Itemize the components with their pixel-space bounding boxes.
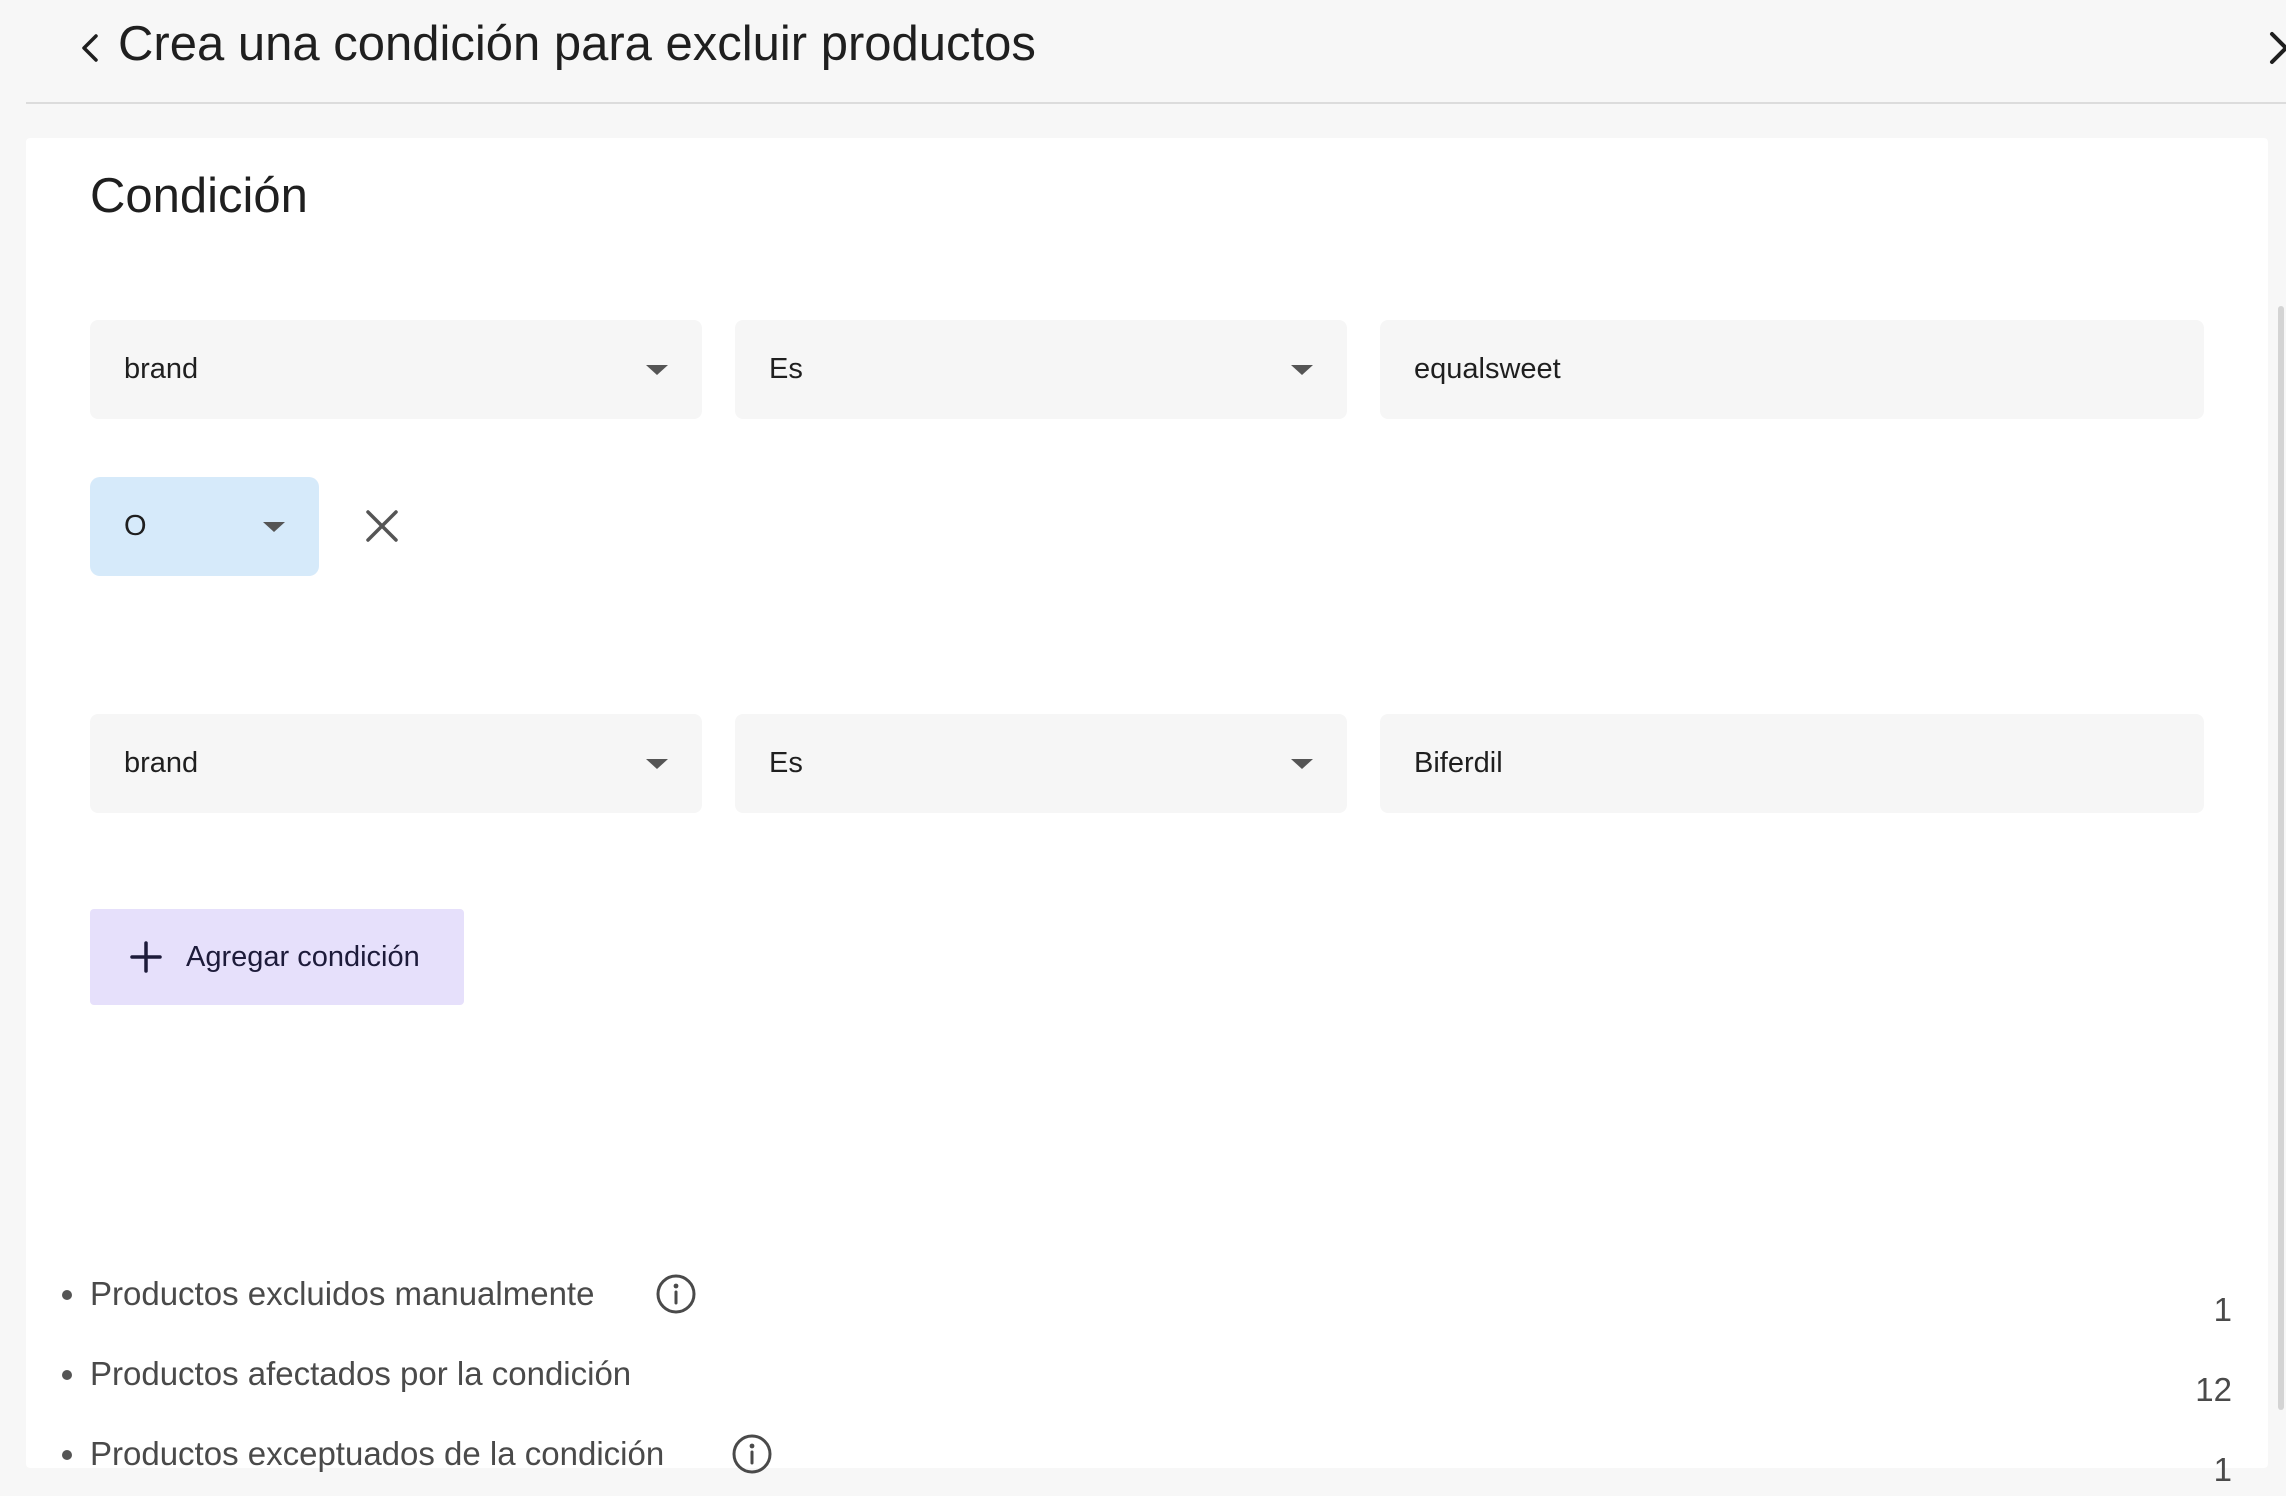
operator-select-value: Es	[769, 747, 803, 779]
scrollbar[interactable]	[2278, 306, 2284, 1410]
dialog-title: Crea una condición para excluir producto…	[118, 17, 1036, 71]
stat-value: 1	[2213, 1291, 2232, 1328]
caret-down-icon	[1291, 365, 1313, 375]
info-icon[interactable]	[730, 1432, 774, 1476]
operator-select-1[interactable]: Es	[735, 320, 1347, 419]
stat-row-affected: Productos afectados por la condición 12	[62, 1344, 2232, 1408]
add-condition-button[interactable]: Agregar condición	[90, 909, 464, 1005]
info-icon[interactable]	[654, 1272, 698, 1316]
caret-down-icon	[263, 522, 285, 532]
attribute-select-value: brand	[124, 353, 199, 385]
section-title: Condición	[90, 169, 308, 223]
value-input-text: equalsweet	[1414, 353, 1561, 385]
bullet	[62, 1450, 72, 1460]
bullet	[62, 1370, 72, 1380]
value-input-2[interactable]: Biferdil	[1380, 714, 2204, 813]
caret-down-icon	[646, 759, 668, 769]
chevron-left-icon[interactable]	[66, 24, 114, 72]
add-condition-label: Agregar condición	[186, 941, 420, 973]
operator-select-2[interactable]: Es	[735, 714, 1347, 813]
logic-operator-value: O	[124, 510, 147, 542]
stat-value: 12	[2195, 1371, 2232, 1408]
caret-down-icon	[1291, 759, 1313, 769]
stat-label: Productos afectados por la condición	[90, 1355, 632, 1392]
stat-value: 1	[2213, 1451, 2232, 1488]
plus-icon	[130, 941, 162, 973]
stat-row-excluded: Productos excluidos manualmente 1	[62, 1264, 2232, 1328]
attribute-select-1[interactable]: brand	[90, 320, 702, 419]
operator-select-value: Es	[769, 353, 803, 385]
stat-row-exempted: Productos exceptuados de la condición 1	[62, 1424, 2232, 1488]
value-input-text: Biferdil	[1414, 747, 1503, 779]
dialog-header: Crea una condición para excluir producto…	[26, 0, 2286, 104]
remove-condition-icon[interactable]	[356, 500, 408, 552]
stat-label: Productos exceptuados de la condición	[90, 1435, 665, 1472]
logic-operator-select[interactable]: O	[90, 477, 319, 576]
bullet	[62, 1290, 72, 1300]
attribute-select-2[interactable]: brand	[90, 714, 702, 813]
caret-down-icon	[646, 365, 668, 375]
close-icon[interactable]	[2258, 20, 2286, 76]
value-input-1[interactable]: equalsweet	[1380, 320, 2204, 419]
condition-card: Condición brand Es equalsweet O brand Es…	[26, 138, 2268, 1488]
stat-label: Productos excluidos manualmente	[90, 1275, 595, 1312]
attribute-select-value: brand	[124, 747, 199, 779]
